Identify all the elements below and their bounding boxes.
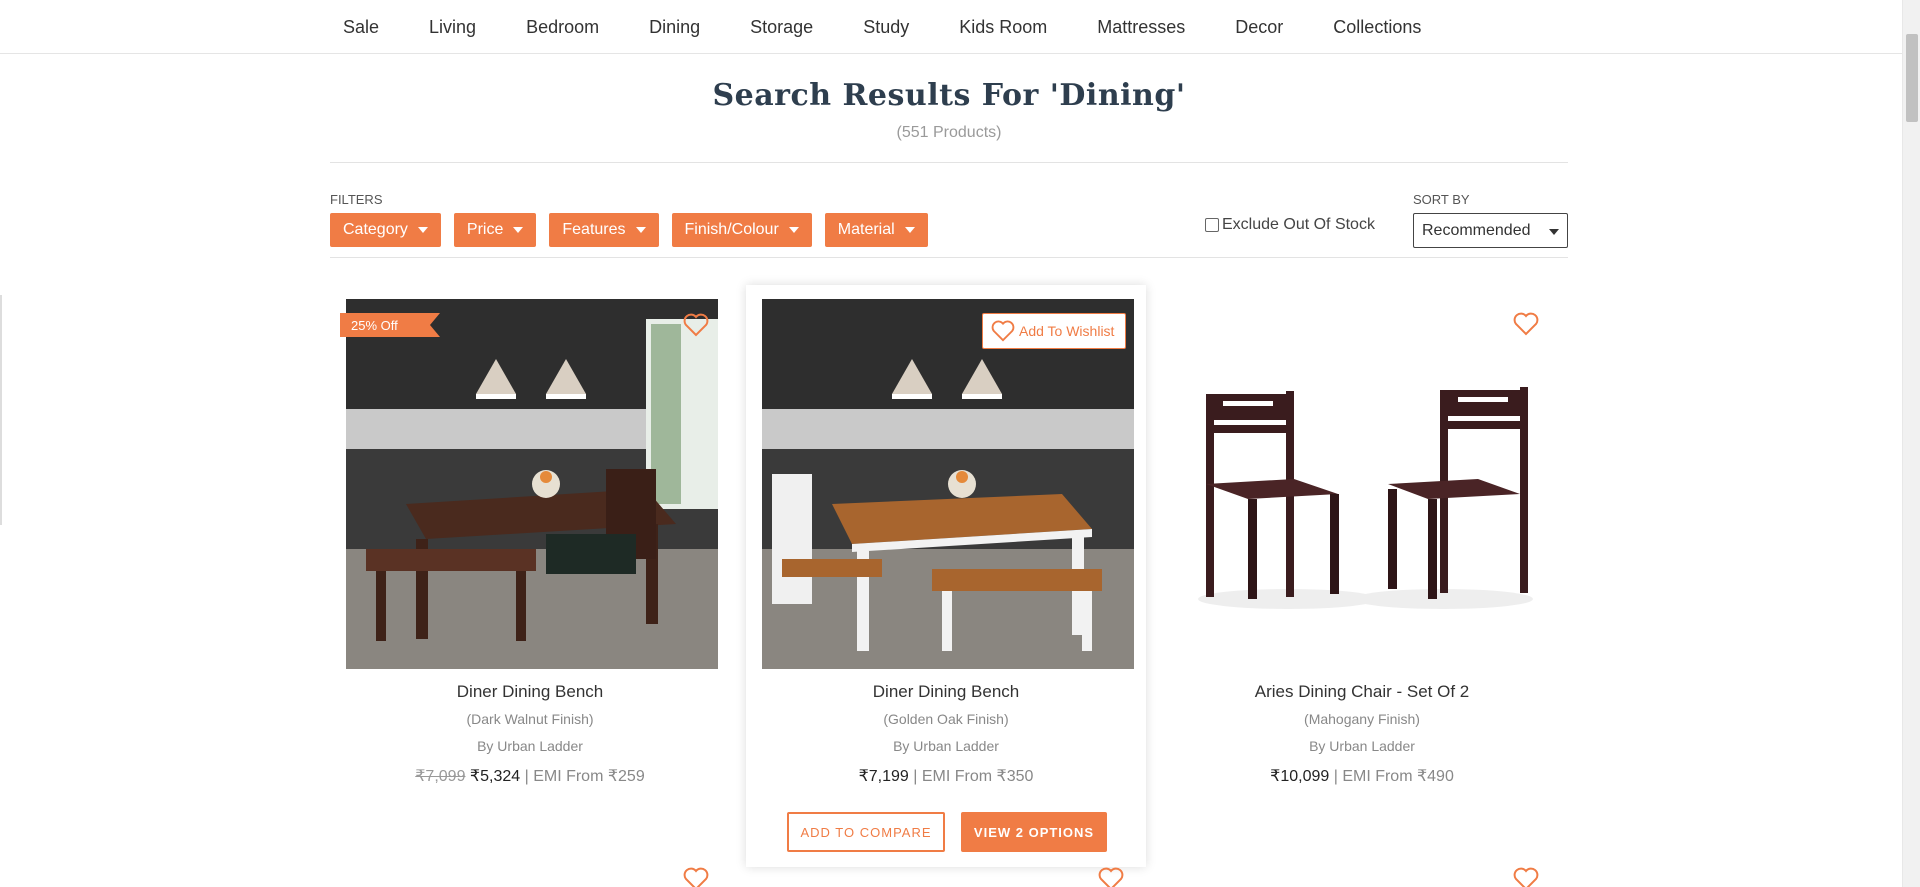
heart-icon [991,320,1015,342]
filter-label: Finish/Colour [684,221,779,238]
caret-down-icon [635,227,646,233]
sort-select[interactable]: Recommended [1413,213,1568,248]
product-name[interactable]: Aries Dining Chair - Set Of 2 [1162,682,1562,702]
product-mrp: ₹7,099 [415,768,466,785]
heart-icon[interactable] [683,867,709,887]
product-image[interactable] [346,299,718,669]
nav-item-sale[interactable]: Sale [318,17,404,38]
nav-item-mattresses[interactable]: Mattresses [1072,17,1210,38]
view-options-button[interactable]: VIEW 2 OPTIONS [961,812,1107,852]
filter-label: Features [562,221,626,238]
product-finish: (Dark Walnut Finish) [466,711,594,727]
product-brand: By Urban Ladder [477,738,583,754]
product-count: (551 Products) [896,124,1002,141]
product-image[interactable] [762,299,1134,669]
dining-chairs-mahogany-image [1178,299,1550,669]
exclude-out-of-stock-checkbox[interactable] [1205,218,1219,232]
filter-features-button[interactable]: Features [549,213,659,247]
nav-item-bedroom[interactable]: Bedroom [501,17,624,38]
heart-icon[interactable] [1513,312,1539,336]
product-emi: | EMI From ₹259 [520,768,645,785]
product-card[interactable]: Diner Dining Bench (Dark Walnut Finish) … [330,285,730,867]
page: Sale Living Bedroom Dining Storage Study… [0,0,1920,887]
dining-set-golden-oak-image [762,299,1134,669]
product-card[interactable]: Diner Dining Bench (Golden Oak Finish) B… [746,285,1146,867]
product-emi: | EMI From ₹490 [1329,768,1454,785]
discount-badge: 25% Off [340,313,440,337]
nav-item-storage[interactable]: Storage [725,17,838,38]
filter-finish-colour-button[interactable]: Finish/Colour [671,213,812,247]
top-navigation: Sale Living Bedroom Dining Storage Study… [0,0,1902,54]
exclude-out-of-stock-label: Exclude Out Of Stock [1222,216,1375,233]
caret-down-icon [788,227,799,233]
nav-item-collections[interactable]: Collections [1308,17,1446,38]
product-price-line: ₹10,099 | EMI From ₹490 [1162,766,1562,786]
heart-icon[interactable] [683,313,709,337]
product-name[interactable]: Diner Dining Bench [746,682,1146,702]
discount-badge-text: 25% Off [351,318,398,333]
exclude-out-of-stock[interactable]: Exclude Out Of Stock [1205,216,1375,234]
filter-label: Category [343,221,408,238]
product-brand: By Urban Ladder [893,738,999,754]
caret-down-icon [1549,229,1559,235]
product-price: ₹10,099 [1270,768,1330,785]
filter-price-button[interactable]: Price [453,213,537,247]
filters-label: FILTERS [330,192,383,207]
vertical-scrollbar[interactable] [1902,0,1920,887]
add-to-wishlist-label: Add To Wishlist [1019,323,1115,339]
filter-bar: Category Price Features Finish/Colour Ma… [330,213,928,247]
heart-icon[interactable] [1513,867,1539,887]
product-price: ₹5,324 [469,768,521,785]
add-to-wishlist-button[interactable]: Add To Wishlist [982,313,1126,349]
filter-category-button[interactable]: Category [330,213,441,247]
nav-item-dining[interactable]: Dining [624,17,725,38]
nav-item-living[interactable]: Living [404,17,501,38]
nav-item-kids-room[interactable]: Kids Room [934,17,1072,38]
filter-material-button[interactable]: Material [824,213,928,247]
product-price: ₹7,199 [858,768,909,785]
divider [330,257,1568,258]
product-brand: By Urban Ladder [1309,738,1415,754]
product-finish: (Golden Oak Finish) [883,711,1009,727]
dining-set-dark-walnut-image [346,299,718,669]
product-finish: (Mahogany Finish) [1304,711,1420,727]
caret-down-icon [904,227,915,233]
scrollbar-thumb[interactable] [1906,34,1918,122]
side-panel-edge [0,295,2,525]
caret-down-icon [417,227,428,233]
nav-item-study[interactable]: Study [838,17,934,38]
product-card[interactable]: Aries Dining Chair - Set Of 2 (Mahogany … [1162,285,1562,867]
sort-label: SORT BY [1413,192,1470,207]
nav-item-decor[interactable]: Decor [1210,17,1308,38]
filter-label: Material [837,221,895,238]
add-to-compare-button[interactable]: ADD TO COMPARE [787,812,945,852]
product-name[interactable]: Diner Dining Bench [330,682,730,702]
product-image[interactable] [1178,299,1550,669]
divider [330,162,1568,163]
product-emi: | EMI From ₹350 [908,768,1034,785]
page-title: Search Results For 'Dining' [712,78,1186,113]
sort-selected-value: Recommended [1422,221,1531,239]
caret-down-icon [513,227,524,233]
product-price-line: ₹7,199 | EMI From ₹350 [746,766,1146,786]
heart-icon[interactable] [1098,867,1124,887]
filter-label: Price [466,221,504,238]
product-price-line: ₹7,099 ₹5,324 | EMI From ₹259 [330,766,730,786]
